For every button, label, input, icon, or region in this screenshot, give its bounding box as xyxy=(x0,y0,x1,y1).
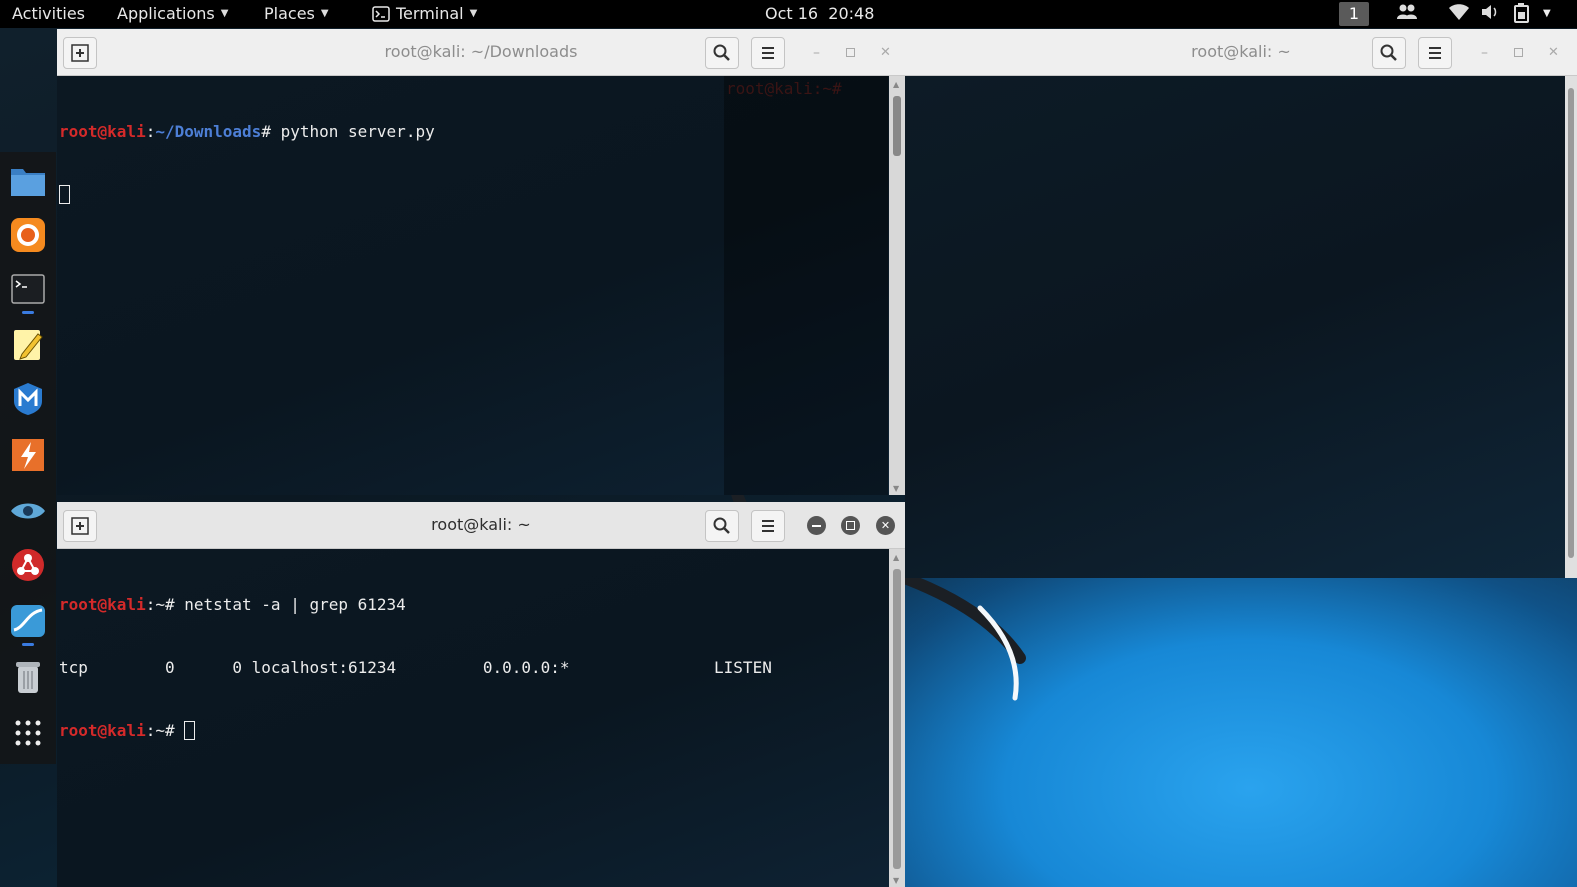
wifi-icon[interactable] xyxy=(1448,3,1470,25)
text-editor-icon[interactable] xyxy=(9,326,47,364)
battery-icon[interactable] xyxy=(1514,3,1530,27)
close-button[interactable]: ✕ xyxy=(876,516,895,535)
minimize-button[interactable] xyxy=(807,516,826,535)
trash-icon[interactable] xyxy=(9,658,47,696)
minimize-button[interactable]: – xyxy=(807,43,826,62)
scroll-up-icon[interactable]: ▲ xyxy=(893,80,899,89)
prompt-path: ~/Downloads xyxy=(155,122,262,141)
titlebar[interactable]: root@kali: ~ – ✕ xyxy=(905,29,1577,76)
running-indicator xyxy=(22,643,34,646)
minimize-icon: – xyxy=(1481,44,1488,61)
terminal-window-home[interactable]: root@kali: ~ ✕ root@kali:~# netstat -a |… xyxy=(57,502,905,887)
minimize-button[interactable]: – xyxy=(1475,43,1494,62)
files-icon[interactable] xyxy=(9,162,47,200)
minimize-icon: – xyxy=(813,44,820,61)
search-button[interactable] xyxy=(705,510,739,542)
eye-icon[interactable] xyxy=(9,492,47,530)
search-icon xyxy=(713,517,730,534)
dash-dock xyxy=(0,152,56,764)
prompt-separator: : xyxy=(145,122,156,141)
scrollbar-thumb[interactable] xyxy=(893,96,901,156)
places-menu[interactable]: Places ▼ xyxy=(264,4,329,23)
terminal-window-right[interactable]: root@kali: ~ – ✕ xyxy=(905,29,1577,578)
prompt-user: root@kali xyxy=(59,122,146,141)
prompt-rest: :~# xyxy=(145,721,185,740)
terminal-label: Terminal xyxy=(396,4,464,23)
menu-button[interactable] xyxy=(751,37,785,69)
search-icon xyxy=(1380,44,1397,61)
terminal-window-downloads[interactable]: root@kali: ~/Downloads – ✕ root@kali:~/D… xyxy=(57,29,905,495)
clock[interactable]: Oct 16 20:48 xyxy=(765,4,874,23)
close-button[interactable]: ✕ xyxy=(876,43,895,62)
system-menu-chevron-icon[interactable]: ▼ xyxy=(1543,8,1551,19)
terminal-icon[interactable] xyxy=(9,270,47,308)
workspace-indicator[interactable]: 1 xyxy=(1339,2,1369,26)
top-panel: Activities Applications ▼ Places ▼ Termi… xyxy=(0,0,1577,28)
maximize-icon xyxy=(846,48,855,57)
scroll-down-icon[interactable]: ▼ xyxy=(893,484,899,493)
titlebar[interactable]: root@kali: ~ ✕ xyxy=(57,502,905,549)
scrollbar[interactable]: ▲ ▼ xyxy=(889,549,905,887)
search-button[interactable] xyxy=(1372,37,1406,69)
text-cursor xyxy=(184,721,196,740)
show-apps-icon[interactable] xyxy=(9,714,47,752)
maximize-button[interactable] xyxy=(841,516,860,535)
maximize-button[interactable] xyxy=(1509,43,1528,62)
close-icon: ✕ xyxy=(1548,45,1559,60)
scroll-down-icon[interactable]: ▼ xyxy=(893,876,899,885)
burp-suite-icon[interactable] xyxy=(9,436,47,474)
search-button[interactable] xyxy=(705,37,739,69)
hamburger-icon xyxy=(762,520,774,532)
text-cursor xyxy=(59,185,70,204)
scrollbar-thumb[interactable] xyxy=(1568,88,1574,558)
firefox-icon[interactable] xyxy=(9,216,47,254)
prompt-user: root@kali xyxy=(59,721,146,740)
hamburger-icon xyxy=(1429,47,1441,59)
command-text: :~# netstat -a | grep 61234 xyxy=(145,595,406,614)
maximize-button[interactable] xyxy=(841,43,860,62)
maltego-icon[interactable] xyxy=(9,546,47,584)
activities-button[interactable]: Activities xyxy=(12,4,85,23)
scrollbar[interactable] xyxy=(1565,76,1577,578)
prompt-user: root@kali xyxy=(59,595,146,614)
wireshark-icon[interactable] xyxy=(9,602,47,640)
command-text: python server.py xyxy=(270,122,435,141)
terminal-icon xyxy=(372,5,390,22)
applications-menu[interactable]: Applications ▼ xyxy=(117,4,228,23)
hamburger-icon xyxy=(762,47,774,59)
menu-button[interactable] xyxy=(1418,37,1452,69)
maximize-icon xyxy=(846,521,855,530)
ghost-terminal: root@kali:~# xyxy=(724,76,888,495)
titlebar[interactable]: root@kali: ~/Downloads – ✕ xyxy=(57,29,905,76)
running-indicator xyxy=(22,311,34,314)
ghost-prompt: root@kali:~# xyxy=(726,79,852,98)
search-icon xyxy=(713,44,730,61)
scrollbar[interactable]: ▲ ▼ xyxy=(889,76,905,495)
volume-icon[interactable] xyxy=(1480,3,1500,25)
terminal-line: root@kali:~# netstat -a | grep 61234 xyxy=(59,594,887,615)
menu-button[interactable] xyxy=(751,510,785,542)
people-icon[interactable] xyxy=(1396,3,1418,25)
metasploit-icon[interactable] xyxy=(9,380,47,418)
places-label: Places xyxy=(264,4,315,23)
close-button[interactable]: ✕ xyxy=(1544,43,1563,62)
minimize-icon xyxy=(812,524,821,527)
prompt-hash: # xyxy=(261,122,271,141)
chevron-down-icon: ▼ xyxy=(220,8,229,19)
applications-label: Applications xyxy=(117,4,215,23)
scrollbar-thumb[interactable] xyxy=(893,569,901,869)
activities-label: Activities xyxy=(12,4,85,23)
maximize-icon xyxy=(1514,48,1523,57)
terminal-app-menu[interactable]: Terminal ▼ xyxy=(372,4,477,23)
close-icon: ✕ xyxy=(880,45,891,60)
chevron-down-icon: ▼ xyxy=(320,8,329,19)
scroll-up-icon[interactable]: ▲ xyxy=(893,553,899,562)
chevron-down-icon: ▼ xyxy=(469,8,478,19)
terminal-line: tcp 0 0 localhost:61234 0.0.0.0:* LISTEN xyxy=(59,658,772,677)
terminal-output[interactable] xyxy=(905,76,1565,578)
close-icon: ✕ xyxy=(880,519,891,532)
terminal-output[interactable]: root@kali:~# netstat -a | grep 61234 tcp… xyxy=(57,549,889,887)
terminal-line: root@kali:~# xyxy=(59,720,887,741)
